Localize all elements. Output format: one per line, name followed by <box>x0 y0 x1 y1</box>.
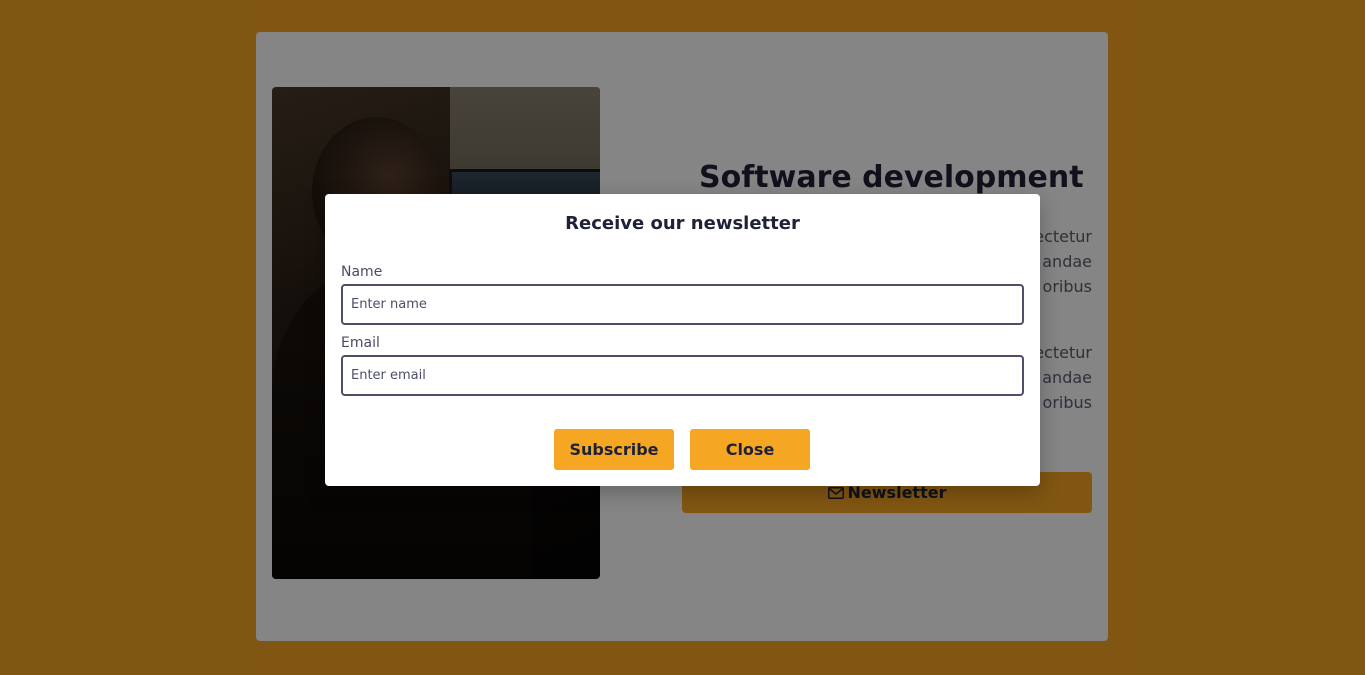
newsletter-modal: Receive our newsletter Name Email Subscr… <box>325 194 1040 486</box>
modal-title: Receive our newsletter <box>565 213 800 234</box>
email-label: Email <box>341 335 380 351</box>
close-button[interactable]: Close <box>690 429 810 470</box>
name-label: Name <box>341 264 383 280</box>
email-input[interactable] <box>341 355 1024 396</box>
subscribe-button[interactable]: Subscribe <box>554 429 674 470</box>
name-input[interactable] <box>341 284 1024 325</box>
